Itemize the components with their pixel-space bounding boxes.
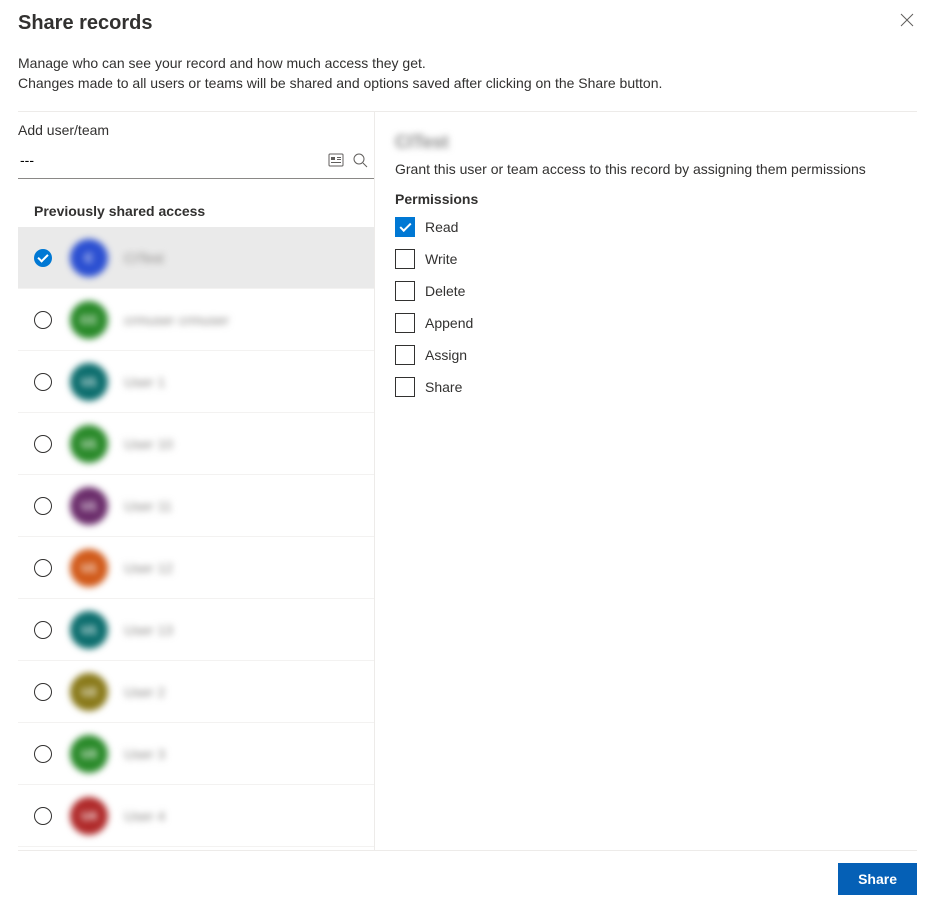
entry-name: CITest <box>124 250 164 266</box>
close-button[interactable] <box>897 10 917 30</box>
checkbox-icon[interactable] <box>395 281 415 301</box>
permissions-label: Permissions <box>395 191 917 207</box>
avatar: C <box>70 239 108 277</box>
radio-checked-icon[interactable] <box>34 249 52 267</box>
avatar: CC <box>70 301 108 339</box>
avatar: U4 <box>70 797 108 835</box>
avatar: U1 <box>70 487 108 525</box>
radio-unchecked-icon[interactable] <box>34 311 52 329</box>
permission-label: Read <box>425 219 458 235</box>
entry-name: User 2 <box>124 684 165 700</box>
description-line-1: Manage who can see your record and how m… <box>18 53 917 73</box>
list-item[interactable]: U3 User 3 <box>18 723 374 785</box>
search-button[interactable] <box>348 148 372 172</box>
dialog-header: Share records <box>18 10 917 35</box>
directory-button[interactable] <box>324 148 348 172</box>
previously-shared-header: Previously shared access <box>18 187 374 227</box>
list-item[interactable]: U1 User 1 <box>18 351 374 413</box>
list-item[interactable]: C CITest <box>18 227 374 289</box>
list-item[interactable]: U1 User 11 <box>18 475 374 537</box>
list-item[interactable]: CC crmuser crmuser <box>18 289 374 351</box>
avatar: U2 <box>70 673 108 711</box>
permission-assign[interactable]: Assign <box>395 345 917 365</box>
permission-read[interactable]: Read <box>395 217 917 237</box>
avatar: U1 <box>70 611 108 649</box>
permission-label: Append <box>425 315 473 331</box>
checkbox-icon[interactable] <box>395 345 415 365</box>
radio-unchecked-icon[interactable] <box>34 497 52 515</box>
permission-append[interactable]: Append <box>395 313 917 333</box>
add-user-label: Add user/team <box>18 112 374 144</box>
entry-name: User 10 <box>124 436 173 452</box>
user-list[interactable]: C CITest CC crmuser crmuser U1 User 1 U1 User 1… <box>18 227 374 850</box>
entry-name: User 1 <box>124 374 165 390</box>
permission-share[interactable]: Share <box>395 377 917 397</box>
avatar: U3 <box>70 735 108 773</box>
checkbox-icon[interactable] <box>395 313 415 333</box>
radio-unchecked-icon[interactable] <box>34 683 52 701</box>
radio-unchecked-icon[interactable] <box>34 559 52 577</box>
dialog-title: Share records <box>18 10 897 35</box>
search-input[interactable] <box>18 151 324 169</box>
avatar: U1 <box>70 549 108 587</box>
permission-label: Delete <box>425 283 465 299</box>
entry-name: User 12 <box>124 560 173 576</box>
list-item[interactable]: U1 User 13 <box>18 599 374 661</box>
checkbox-icon[interactable] <box>395 377 415 397</box>
list-item[interactable]: U1 User 10 <box>18 413 374 475</box>
right-panel: CITest Grant this user or team access to… <box>375 112 917 850</box>
entry-name: User 11 <box>124 498 172 514</box>
dialog-footer: Share <box>18 850 917 909</box>
entry-name: User 4 <box>124 808 165 824</box>
radio-unchecked-icon[interactable] <box>34 807 52 825</box>
permission-label: Share <box>425 379 462 395</box>
share-button[interactable]: Share <box>838 863 917 895</box>
permission-write[interactable]: Write <box>395 249 917 269</box>
radio-unchecked-icon[interactable] <box>34 435 52 453</box>
permission-delete[interactable]: Delete <box>395 281 917 301</box>
avatar: U1 <box>70 363 108 401</box>
search-row <box>18 144 374 179</box>
checkbox-icon[interactable] <box>395 217 415 237</box>
close-icon <box>900 13 914 27</box>
list-item[interactable]: U1 User 12 <box>18 537 374 599</box>
selected-entry-name: CITest <box>395 132 917 153</box>
entry-name: User 3 <box>124 746 165 762</box>
radio-unchecked-icon[interactable] <box>34 621 52 639</box>
entry-name: User 13 <box>124 622 173 638</box>
permission-label: Write <box>425 251 457 267</box>
permission-label: Assign <box>425 347 467 363</box>
description-line-2: Changes made to all users or teams will … <box>18 73 917 93</box>
share-records-dialog: Share records Manage who can see your re… <box>0 0 935 909</box>
entry-name: crmuser crmuser <box>124 312 229 328</box>
radio-unchecked-icon[interactable] <box>34 373 52 391</box>
grant-description: Grant this user or team access to this r… <box>395 161 917 177</box>
list-item[interactable]: U4 User 4 <box>18 785 374 847</box>
dialog-body: Add user/team <box>18 112 917 850</box>
avatar: U1 <box>70 425 108 463</box>
list-item[interactable]: U2 User 2 <box>18 661 374 723</box>
permissions-list: Read Write Delete Append Assign Share <box>395 217 917 397</box>
directory-icon <box>328 152 344 168</box>
radio-unchecked-icon[interactable] <box>34 745 52 763</box>
search-icon <box>352 152 368 168</box>
left-panel: Add user/team <box>18 112 374 850</box>
dialog-description: Manage who can see your record and how m… <box>18 53 917 93</box>
checkbox-icon[interactable] <box>395 249 415 269</box>
